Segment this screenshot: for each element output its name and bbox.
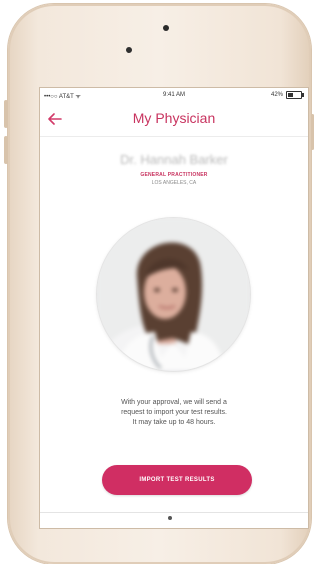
home-indicator-icon bbox=[168, 516, 172, 520]
physician-location: LOS ANGELES, CA bbox=[151, 180, 197, 186]
front-camera-icon bbox=[163, 25, 169, 31]
proximity-sensor-icon bbox=[126, 47, 132, 53]
approval-message-line: It may take up to 48 hours. bbox=[132, 419, 216, 426]
battery-icon bbox=[286, 91, 304, 99]
phone-frame: •••○○ AT&T ᯤ 9:41 AM 42% My Physician Dr… bbox=[4, 4, 314, 564]
page-title: My Physician bbox=[132, 110, 216, 126]
bottom-divider bbox=[40, 512, 308, 513]
import-test-results-button[interactable]: IMPORT TEST RESULTS bbox=[102, 465, 252, 495]
battery-indicator: 42% bbox=[270, 91, 304, 99]
physician-specialty: GENERAL PRACTITIONER bbox=[140, 172, 208, 178]
physician-avatar bbox=[97, 218, 250, 371]
status-bar: •••○○ AT&T ᯤ 9:41 AM 42% bbox=[40, 88, 308, 102]
battery-fill bbox=[288, 93, 293, 97]
physician-name: Dr. Hannah Barker bbox=[120, 152, 228, 167]
status-time: 9:41 AM bbox=[162, 92, 185, 98]
app-screen: •••○○ AT&T ᯤ 9:41 AM 42% My Physician Dr… bbox=[40, 88, 308, 528]
approval-message-line: With your approval, we will send a bbox=[121, 399, 227, 406]
battery-percent: 42% bbox=[270, 92, 283, 98]
volume-down-button bbox=[4, 136, 8, 164]
physician-photo bbox=[97, 218, 250, 371]
volume-up-button bbox=[4, 100, 8, 128]
approval-message: With your approval, we will send a reque… bbox=[74, 398, 274, 428]
approval-message-line: request to import your test results. bbox=[121, 409, 227, 416]
navigation-bar: My Physician bbox=[40, 102, 308, 137]
power-button bbox=[311, 114, 314, 150]
